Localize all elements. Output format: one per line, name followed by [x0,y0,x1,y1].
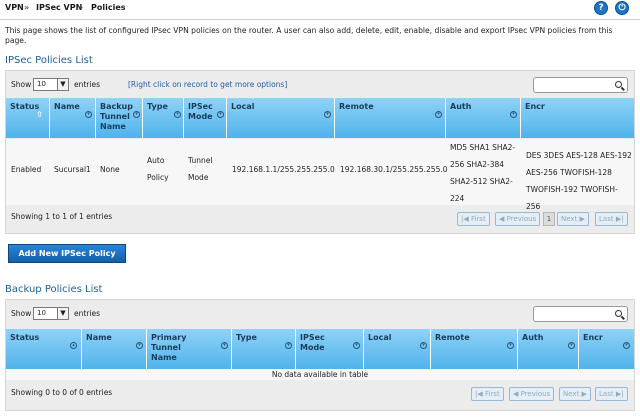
sort-icon: ▾ [353,342,360,349]
entries-label: entries [74,80,100,89]
right-click-hint: [Right click on record to get more optio… [128,80,288,89]
col-local[interactable]: Local ▾ [364,329,431,369]
col-remote[interactable]: Remote ▾ [431,329,518,369]
show-label: Show [11,309,32,318]
cell-name: Sucursal1 [54,165,91,174]
sort-icon: ▾ [420,342,427,349]
ipsec-policies-panel: Show 10 ▼ entries [Right click on record… [5,70,635,234]
breadcrumb-ipsec-vpn[interactable]: IPSec VPN [36,3,82,12]
search-icon [615,81,622,88]
sort-icon: ▾ [510,111,517,118]
show-label: Show [11,80,32,89]
sort-icon: ▾ [285,342,292,349]
sort-icon: ▴ [70,342,77,349]
chevron-down-icon: ▼ [57,308,68,319]
cell-backup: None [100,165,120,174]
entries-select[interactable]: 10 ▼ [33,307,69,320]
cell-type: Auto Policy [147,156,169,182]
cell-encr: DES 3DES AES-128 AES-192 AES-256 TWOFISH… [526,151,632,211]
breadcrumb: VPN » IPSec VPN » Policies ? ⏻ [0,0,640,18]
last-button[interactable]: Last ▶| [595,212,628,226]
backup-table-info: Showing 0 to 0 of 0 entries [11,388,113,397]
sort-icon: ▾ [136,342,143,349]
next-button[interactable]: Next ▶ [557,212,589,226]
backup-pagination: |◀ First ◀ Previous Next ▶ Last ▶| [471,387,629,401]
col-encr[interactable]: Encr ▾ [579,329,634,369]
col-auth[interactable]: Auth ▾ [446,98,521,138]
col-remote[interactable]: Remote ▾ [335,98,446,138]
cell-auth: MD5 SHA1 SHA2-256 SHA2-384 SHA2-512 SHA2… [450,143,516,203]
sort-icon: ▾ [324,111,331,118]
breadcrumb-separator: » [78,3,84,12]
backup-table-header: Status ▴ Name ▾ Primary Tunnel Name ▾ Ty… [6,329,634,369]
ipsec-policies-title: IPSec Policies List [5,55,93,66]
last-button[interactable]: Last ▶| [595,387,628,401]
sort-asc-icon: ⇧ [36,110,43,119]
cell-status: Enabled [11,165,42,174]
backup-policies-title: Backup Policies List [5,284,103,295]
previous-button[interactable]: ◀ Previous [509,387,555,401]
entries-select[interactable]: 10 ▼ [33,78,69,91]
add-ipsec-policy-button[interactable]: Add New IPSec Policy [8,244,126,263]
search-input[interactable] [533,77,628,93]
page-number[interactable]: 1 [543,212,555,226]
cell-remote: 192.168.30.1/255.255.255.0 [340,165,448,174]
breadcrumb-policies: Policies [91,3,126,12]
empty-table-message: No data available in table [271,370,369,379]
breadcrumb-separator: » [24,3,30,12]
col-primary-tunnel-name[interactable]: Primary Tunnel Name ▾ [147,329,232,369]
page-description: This page shows the list of configured I… [5,26,613,45]
chevron-down-icon: ▼ [57,79,68,90]
sort-icon: ▾ [217,111,224,118]
sort-icon: ▾ [435,111,442,118]
col-type[interactable]: Type ▾ [143,98,184,138]
col-type[interactable]: Type ▾ [232,329,296,369]
cell-local: 192.168.1.1/255.255.255.0 [232,165,335,174]
previous-button[interactable]: ◀ Previous [495,212,541,226]
header-divider [0,19,640,20]
ipsec-table-header: Status ⇧ Name ▾ Backup Tunnel Name ▾ Typ… [6,98,634,138]
first-button[interactable]: |◀ First [471,387,504,401]
col-ipsec-mode[interactable]: IPSec Mode ▾ [184,98,227,138]
next-button[interactable]: Next ▶ [559,387,591,401]
col-encr[interactable]: Encr [521,98,634,138]
sort-icon: ▾ [568,342,575,349]
ipsec-table-info: Showing 1 to 1 of 1 entries [11,212,113,221]
ipsec-pagination: |◀ First ◀ Previous 1 Next ▶ Last ▶| [457,212,629,226]
entries-value: 10 [37,309,46,317]
col-backup-tunnel-name[interactable]: Backup Tunnel Name ▾ [96,98,143,138]
col-status[interactable]: Status ⇧ [6,98,50,138]
col-local[interactable]: Local ▾ [227,98,335,138]
sort-icon: ▾ [623,342,630,349]
first-button[interactable]: |◀ First [457,212,490,226]
breadcrumb-vpn[interactable]: VPN [5,3,24,12]
col-auth[interactable]: Auth ▾ [518,329,579,369]
entries-value: 10 [37,80,46,88]
logout-icon[interactable]: ⏻ [615,1,629,15]
entries-label: entries [74,309,100,318]
table-row: No data available in table [6,369,634,380]
help-icon[interactable]: ? [594,1,608,15]
search-icon [615,310,622,317]
backup-policies-panel: Show 10 ▼ entries Status ▴ Name ▾ Primar… [5,299,635,411]
col-name[interactable]: Name ▾ [50,98,96,138]
col-ipsec-mode[interactable]: IPSec Mode ▾ [296,329,364,369]
sort-icon: ▾ [174,111,181,118]
table-row[interactable]: Enabled Sucursal1 None Auto Policy Tunne… [6,139,634,211]
search-input[interactable] [533,306,628,322]
sort-icon: ▾ [507,342,514,349]
col-name[interactable]: Name ▾ [82,329,147,369]
cell-mode: Tunnel Mode [188,156,213,182]
sort-icon: ▾ [133,111,140,118]
sort-icon: ▾ [85,111,92,118]
col-status[interactable]: Status ▴ [6,329,82,369]
sort-icon: ▾ [221,342,228,349]
